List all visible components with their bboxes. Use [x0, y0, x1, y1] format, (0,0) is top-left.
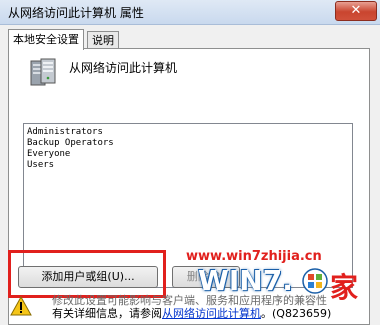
- more-info-text: 有关详细信息，请参阅从网络访问此计算机。(Q823659): [52, 305, 331, 321]
- properties-window: 从网络访问此计算机 属性 ✕ 本地安全设置 说明 从网络访问此计算机 Admin…: [0, 0, 380, 325]
- windows-flag-icon: [302, 268, 328, 294]
- warning-icon: [10, 296, 32, 316]
- list-item[interactable]: Users: [24, 160, 352, 171]
- more-info-prefix: 有关详细信息，请参阅: [52, 307, 162, 320]
- more-info-suffix: 。(Q823659): [261, 307, 332, 320]
- logo-suffix: 家: [330, 271, 359, 304]
- policy-title: 从网络访问此计算机: [69, 61, 178, 75]
- members-list: Administrators Backup Operators Everyone…: [24, 124, 352, 171]
- window-title: 从网络访问此计算机 属性: [8, 6, 144, 20]
- list-item[interactable]: Everyone: [24, 149, 352, 160]
- close-button[interactable]: ✕: [335, 1, 377, 21]
- title-bar: 从网络访问此计算机 属性 ✕: [0, 0, 380, 25]
- computer-icon: [30, 58, 56, 86]
- list-item[interactable]: Administrators: [24, 127, 352, 138]
- policy-help-link[interactable]: 从网络访问此计算机: [162, 307, 261, 320]
- highlight-box: [8, 250, 166, 298]
- list-item[interactable]: Backup Operators: [24, 138, 352, 149]
- tab-explain[interactable]: 说明: [87, 31, 119, 49]
- tab-local-security-setting[interactable]: 本地安全设置: [8, 29, 84, 50]
